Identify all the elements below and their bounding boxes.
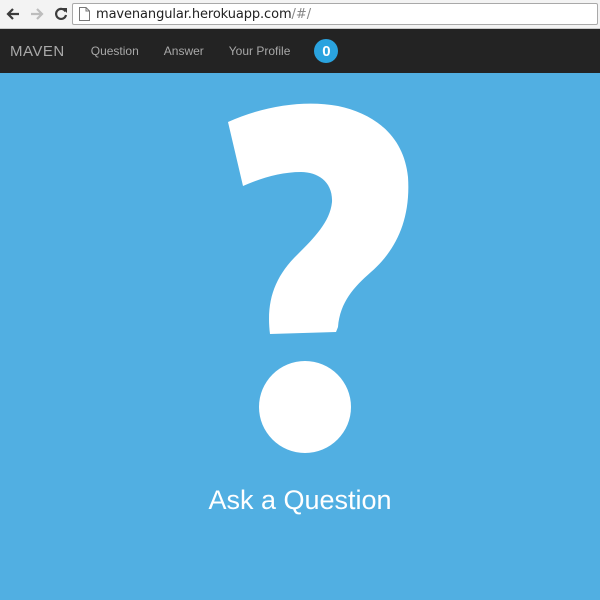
forward-arrow-icon[interactable] xyxy=(26,3,48,25)
page-icon xyxy=(77,6,91,22)
address-bar[interactable]: mavenangular.herokuapp.com/#/ xyxy=(72,3,598,25)
nav-link-your-profile[interactable]: Your Profile xyxy=(229,44,291,58)
brand-logo[interactable]: MAVEN xyxy=(10,43,65,60)
back-arrow-icon[interactable] xyxy=(2,3,24,25)
browser-toolbar: mavenangular.herokuapp.com/#/ xyxy=(0,0,600,29)
notification-badge[interactable]: 0 xyxy=(314,39,339,63)
reload-icon[interactable] xyxy=(50,3,72,25)
app-navbar: MAVEN Question Answer Your Profile 0 xyxy=(0,29,600,73)
question-mark-icon[interactable] xyxy=(226,102,412,454)
nav-link-answer[interactable]: Answer xyxy=(164,44,204,58)
ask-question-link[interactable]: Ask a Question xyxy=(0,485,600,516)
nav-link-question[interactable]: Question xyxy=(91,44,139,58)
url-path: /#/ xyxy=(291,6,312,22)
url-domain: mavenangular.herokuapp.com xyxy=(96,6,292,22)
